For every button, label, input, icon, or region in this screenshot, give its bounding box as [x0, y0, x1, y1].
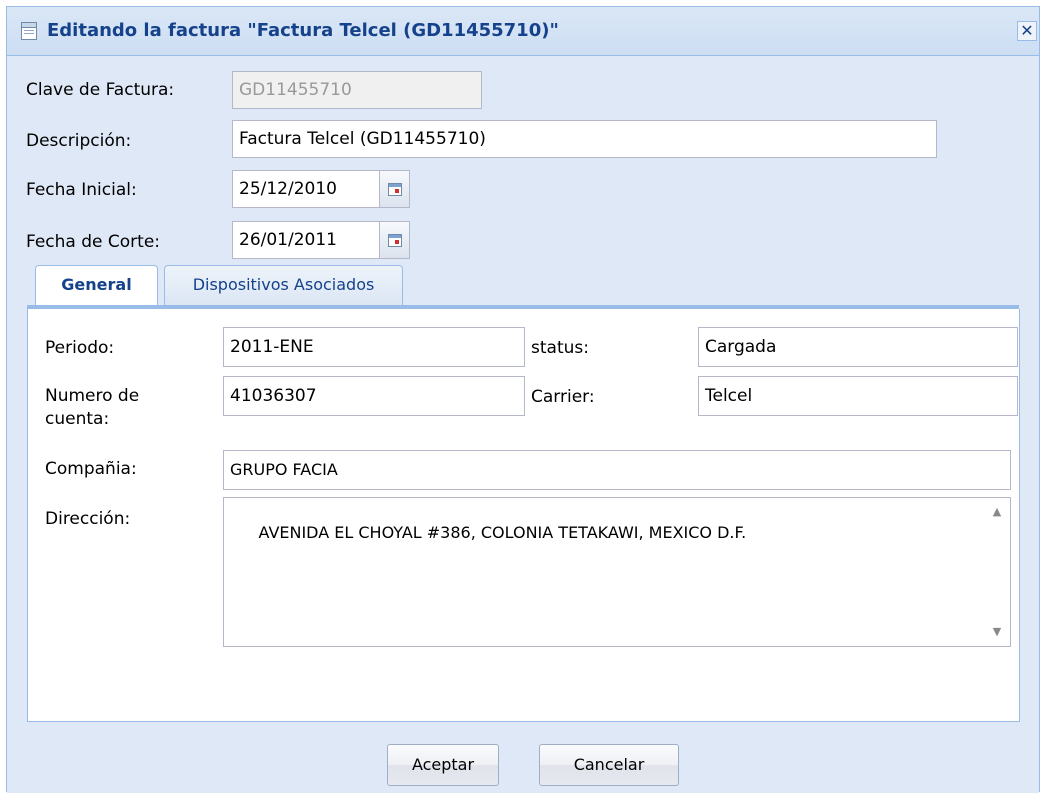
- compania-field[interactable]: GRUPO FACIA: [223, 450, 1011, 490]
- fecha-inicial-label: Fecha Inicial:: [26, 180, 137, 200]
- fecha-corte-label: Fecha de Corte:: [26, 232, 161, 252]
- invoice-icon: [21, 22, 37, 40]
- tab-strip: General Dispositivos Asociados: [27, 265, 1019, 307]
- direccion-scrollbar[interactable]: ▲ ▼: [984, 498, 1010, 646]
- scroll-down-arrow-icon[interactable]: ▼: [984, 620, 1010, 644]
- clave-field: GD11455710: [232, 71, 482, 109]
- fecha-corte-field[interactable]: 26/01/2011: [232, 221, 380, 259]
- close-icon[interactable]: ✕: [1017, 21, 1037, 41]
- fecha-inicial-picker-button[interactable]: [380, 170, 410, 208]
- clave-label: Clave de Factura:: [26, 80, 175, 100]
- direccion-textarea[interactable]: AVENIDA EL CHOYAL #386, COLONIA TETAKAWI…: [223, 497, 1011, 647]
- edit-invoice-dialog: Editando la factura "Factura Telcel (GD1…: [6, 6, 1040, 793]
- scroll-up-arrow-icon[interactable]: ▲: [984, 500, 1010, 524]
- fecha-corte-picker-button[interactable]: [380, 221, 410, 259]
- descripcion-label: Descripción:: [26, 131, 132, 151]
- carrier-label: Carrier:: [531, 387, 595, 407]
- tab-general[interactable]: General: [35, 265, 158, 307]
- direccion-text: AVENIDA EL CHOYAL #386, COLONIA TETAKAWI…: [258, 523, 747, 542]
- dialog-titlebar[interactable]: Editando la factura "Factura Telcel (GD1…: [7, 7, 1039, 56]
- compania-label: Compañia:: [45, 459, 137, 479]
- calendar-icon: [388, 234, 402, 247]
- carrier-field[interactable]: Telcel: [698, 376, 1018, 416]
- status-label: status:: [531, 338, 589, 358]
- dialog-footer: Aceptar Cancelar: [7, 722, 1039, 793]
- periodo-field[interactable]: 2011-ENE: [223, 327, 525, 367]
- dialog-title: Editando la factura "Factura Telcel (GD1…: [47, 20, 559, 41]
- direccion-label: Dirección:: [45, 509, 131, 529]
- cancel-button[interactable]: Cancelar: [539, 744, 679, 786]
- descripcion-field[interactable]: Factura Telcel (GD11455710): [232, 120, 937, 158]
- periodo-label: Periodo:: [45, 338, 115, 358]
- accept-button[interactable]: Aceptar: [387, 744, 499, 786]
- numero-cuenta-field[interactable]: 41036307: [223, 376, 525, 416]
- general-tab-panel: Periodo: 2011-ENE status: Cargada Numero…: [27, 309, 1020, 722]
- tab-dispositivos-asociados[interactable]: Dispositivos Asociados: [164, 265, 403, 305]
- numero-cuenta-label-line1: Numero de: [45, 386, 140, 406]
- status-field[interactable]: Cargada: [698, 327, 1018, 367]
- fecha-inicial-field[interactable]: 25/12/2010: [232, 170, 380, 208]
- calendar-icon: [388, 183, 402, 196]
- numero-cuenta-label-line2: cuenta:: [45, 409, 110, 429]
